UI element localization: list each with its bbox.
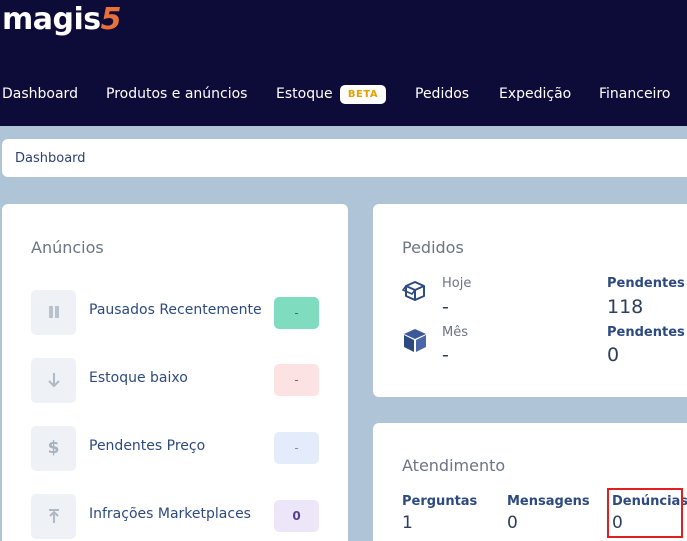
hoje-label: Hoje [442, 276, 472, 291]
denuncias-highlight-box [607, 488, 683, 538]
arrow-down-icon [31, 358, 76, 403]
pendentes-1-label[interactable]: Pendentes I [607, 276, 687, 291]
perguntas-value[interactable]: 1 [402, 513, 413, 533]
badge-pendentes-preco[interactable]: - [274, 432, 319, 464]
nav-item-financeiro[interactable]: Financeiro [599, 86, 670, 102]
row-label-pausados[interactable]: Pausados Recentemente [89, 302, 262, 318]
mensagens-label[interactable]: Mensagens [507, 494, 590, 509]
pedidos-card: Pedidos Hoje - Mês - Pendentes I 118 Pen… [373, 204, 687, 397]
pedidos-title: Pedidos [402, 238, 464, 257]
top-navbar: magis5 Dashboard Produtos e anúncios Est… [0, 0, 687, 126]
pendentes-1-value[interactable]: 118 [607, 296, 643, 318]
badge-estoque-baixo[interactable]: - [274, 364, 319, 396]
mes-label: Mês [442, 325, 468, 340]
breadcrumb: Dashboard [2, 139, 687, 177]
atendimento-title: Atendimento [402, 456, 506, 475]
pendentes-2-value[interactable]: 0 [607, 344, 619, 366]
dollar-icon: $ [31, 426, 76, 471]
beta-badge: BETA [340, 85, 386, 104]
arrow-up-icon [31, 494, 76, 539]
pendentes-2-label[interactable]: Pendentes F [607, 325, 687, 340]
nav-item-dashboard[interactable]: Dashboard [2, 86, 78, 102]
open-box-icon [401, 278, 428, 308]
hoje-value: - [442, 296, 449, 318]
mes-value: - [442, 344, 449, 366]
mensagens-value[interactable]: 0 [507, 513, 518, 533]
nav-item-estoque[interactable]: Estoque [276, 86, 333, 102]
row-label-estoque-baixo[interactable]: Estoque baixo [89, 370, 188, 386]
box-icon [402, 327, 428, 357]
nav-item-expedicao[interactable]: Expedição [499, 86, 571, 102]
nav-item-pedidos[interactable]: Pedidos [415, 86, 469, 102]
row-label-pendentes-preco[interactable]: Pendentes Preço [89, 438, 205, 454]
badge-infracoes[interactable]: 0 [274, 500, 319, 532]
brand-logo[interactable]: magis5 [2, 2, 122, 37]
nav-item-produtos[interactable]: Produtos e anúncios [106, 86, 247, 102]
anuncios-title: Anúncios [31, 238, 104, 257]
row-label-infracoes[interactable]: Infrações Marketplaces [89, 506, 251, 522]
perguntas-label[interactable]: Perguntas [402, 494, 477, 509]
pause-icon [31, 290, 76, 335]
breadcrumb-item-dashboard[interactable]: Dashboard [15, 151, 86, 166]
badge-pausados[interactable]: - [274, 297, 319, 329]
anuncios-card: Anúncios Pausados Recentemente - Estoque… [2, 204, 348, 541]
